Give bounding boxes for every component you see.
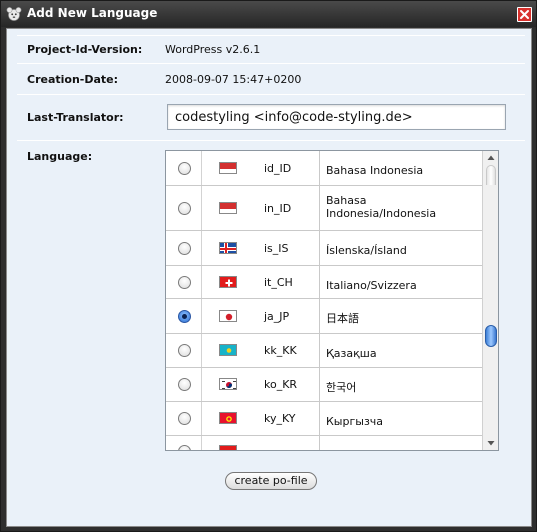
divider	[17, 94, 525, 95]
column-divider	[319, 368, 320, 401]
project-id-value: WordPress v2.6.1	[165, 43, 261, 56]
title-bar[interactable]: Add New Language	[1, 1, 536, 27]
scroll-down-button[interactable]	[483, 436, 498, 450]
language-row-it_CH[interactable]: it_CH Italiano/Svizzera	[166, 266, 482, 299]
column-divider	[201, 151, 202, 185]
language-row-is_IS[interactable]: is_IS Íslenska/Ísland	[166, 231, 482, 266]
language-code: kk_KK	[264, 344, 297, 357]
arrow-up-icon	[487, 155, 495, 160]
column-divider	[319, 402, 320, 435]
language-code: is_IS	[264, 242, 289, 255]
language-code: in_ID	[264, 202, 292, 215]
language-code: id_ID	[264, 162, 292, 175]
column-divider	[201, 368, 202, 401]
language-row-ja_JP[interactable]: ja_JP 日本語	[166, 299, 482, 334]
language-name: Italiano/Svizzera	[326, 279, 417, 292]
language-name: Қазақша	[326, 347, 377, 360]
arrow-down-icon	[487, 441, 495, 446]
kyrgyzstan-flag-icon	[219, 412, 237, 424]
iceland-flag-icon	[219, 242, 237, 254]
divider	[17, 140, 525, 141]
create-po-file-button[interactable]: create po-file	[225, 472, 317, 490]
language-radio[interactable]	[178, 412, 191, 425]
column-divider	[201, 334, 202, 367]
language-list[interactable]: id_ID Bahasa Indonesia in_ID Bahasa Indones…	[165, 150, 499, 451]
indonesia-flag-icon	[219, 162, 237, 174]
language-row-ky_KY[interactable]: ky_KY Кыргызча	[166, 402, 482, 436]
column-divider	[201, 266, 202, 298]
language-row-partial[interactable]	[166, 436, 482, 450]
language-radio[interactable]	[178, 276, 191, 289]
japan-flag-icon	[219, 310, 237, 322]
language-name: 日本語	[326, 312, 359, 325]
kazakhstan-flag-icon	[219, 344, 237, 356]
column-divider	[201, 402, 202, 435]
language-radio[interactable]	[178, 242, 191, 255]
app-logo-icon	[6, 6, 22, 22]
language-radio[interactable]	[178, 445, 191, 450]
language-radio[interactable]	[178, 378, 191, 391]
dialog-title: Add New Language	[27, 6, 158, 20]
column-divider	[319, 436, 320, 450]
column-divider	[201, 436, 202, 450]
scrollbar-track	[486, 165, 496, 185]
language-radio[interactable]	[178, 344, 191, 357]
language-name: Íslenska/Ísland	[326, 244, 407, 257]
column-divider	[319, 334, 320, 367]
last-translator-label: Last-Translator:	[27, 111, 124, 124]
column-divider	[319, 299, 320, 333]
column-divider	[201, 299, 202, 333]
column-divider	[201, 186, 202, 230]
last-translator-input[interactable]	[167, 104, 506, 130]
close-icon	[520, 10, 529, 19]
column-divider	[319, 151, 320, 185]
divider	[17, 35, 525, 36]
flag-icon	[219, 445, 237, 450]
language-row-id_ID[interactable]: id_ID Bahasa Indonesia	[166, 151, 482, 186]
column-divider	[319, 186, 320, 230]
creation-date-value: 2008-09-07 15:47+0200	[165, 73, 302, 86]
language-code: ky_KY	[264, 412, 296, 425]
language-code: ja_JP	[264, 310, 290, 323]
language-name: Bahasa Indonesia	[326, 164, 424, 177]
divider	[17, 63, 525, 64]
language-name: Кыргызча	[326, 415, 384, 428]
language-radio[interactable]	[178, 310, 191, 323]
column-divider	[201, 231, 202, 265]
language-list-scrollbar[interactable]	[482, 151, 498, 450]
scroll-up-button[interactable]	[483, 151, 498, 165]
language-radio[interactable]	[178, 202, 191, 215]
creation-date-label: Creation-Date:	[27, 73, 119, 86]
language-row-kk_KK[interactable]: kk_KK Қазақша	[166, 334, 482, 368]
language-label: Language:	[27, 150, 93, 163]
close-button[interactable]	[517, 7, 532, 22]
project-id-label: Project-Id-Version:	[27, 43, 143, 56]
dialog-content: Project-Id-Version: WordPress v2.6.1 Cre…	[6, 28, 532, 527]
switzerland-flag-icon	[219, 276, 237, 288]
language-radio[interactable]	[178, 162, 191, 175]
column-divider	[319, 266, 320, 298]
indonesia-flag-icon	[219, 202, 237, 214]
scrollbar-thumb[interactable]	[485, 325, 497, 347]
language-row-in_ID[interactable]: in_ID Bahasa Indonesia/Indonesia	[166, 186, 482, 231]
language-name: Bahasa Indonesia/Indonesia	[326, 194, 437, 220]
language-name: 한국어	[326, 381, 357, 394]
south-korea-flag-icon	[219, 378, 237, 390]
add-language-dialog: Add New Language Project-Id-Version: Wor…	[0, 0, 537, 532]
language-row-ko_KR[interactable]: ko_KR 한국어	[166, 368, 482, 402]
language-code: ko_KR	[264, 378, 298, 391]
column-divider	[319, 231, 320, 265]
language-code: it_CH	[264, 276, 293, 289]
